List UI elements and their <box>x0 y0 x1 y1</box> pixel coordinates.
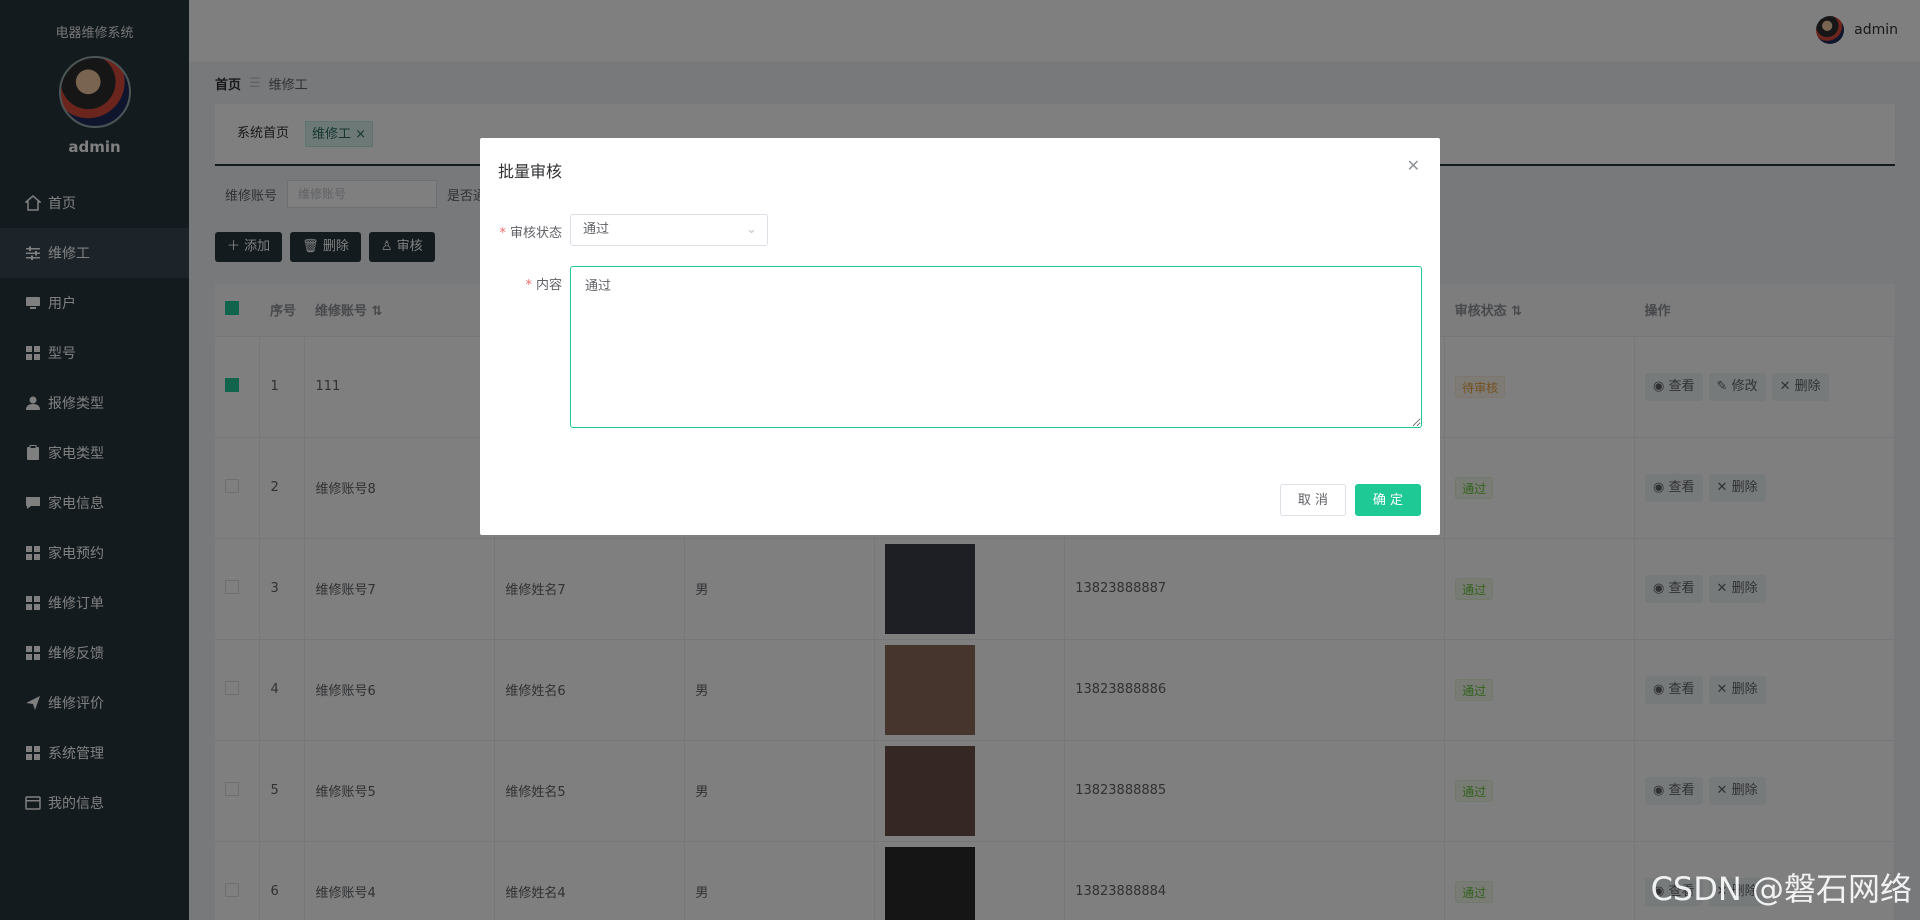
dialog-title: 批量审核 <box>498 162 563 181</box>
required-marker: * <box>525 278 532 293</box>
status-field-label-text: 审核状态 <box>509 226 562 241</box>
cancel-button[interactable]: 取 消 <box>1280 484 1346 516</box>
confirm-button[interactable]: 确 定 <box>1355 484 1421 516</box>
batch-audit-dialog: 批量审核 ✕ *审核状态 通过 ⌄ *内容 取 消 确 定 <box>480 138 1440 535</box>
audit-status-value: 通过 <box>583 222 610 237</box>
watermark: CSDN @磐石网络 <box>1650 870 1912 908</box>
status-field-label: * 审核状态 <box>492 222 562 241</box>
content-textarea[interactable] <box>570 266 1422 428</box>
audit-status-select[interactable]: 通过 ⌄ <box>570 214 768 246</box>
close-icon[interactable]: ✕ <box>1407 156 1420 175</box>
content-field-label: * 内容 <box>492 274 562 293</box>
required-marker: * <box>499 226 506 241</box>
content-field-label-text: 内容 <box>535 278 562 293</box>
chevron-down-icon: ⌄ <box>746 222 757 237</box>
